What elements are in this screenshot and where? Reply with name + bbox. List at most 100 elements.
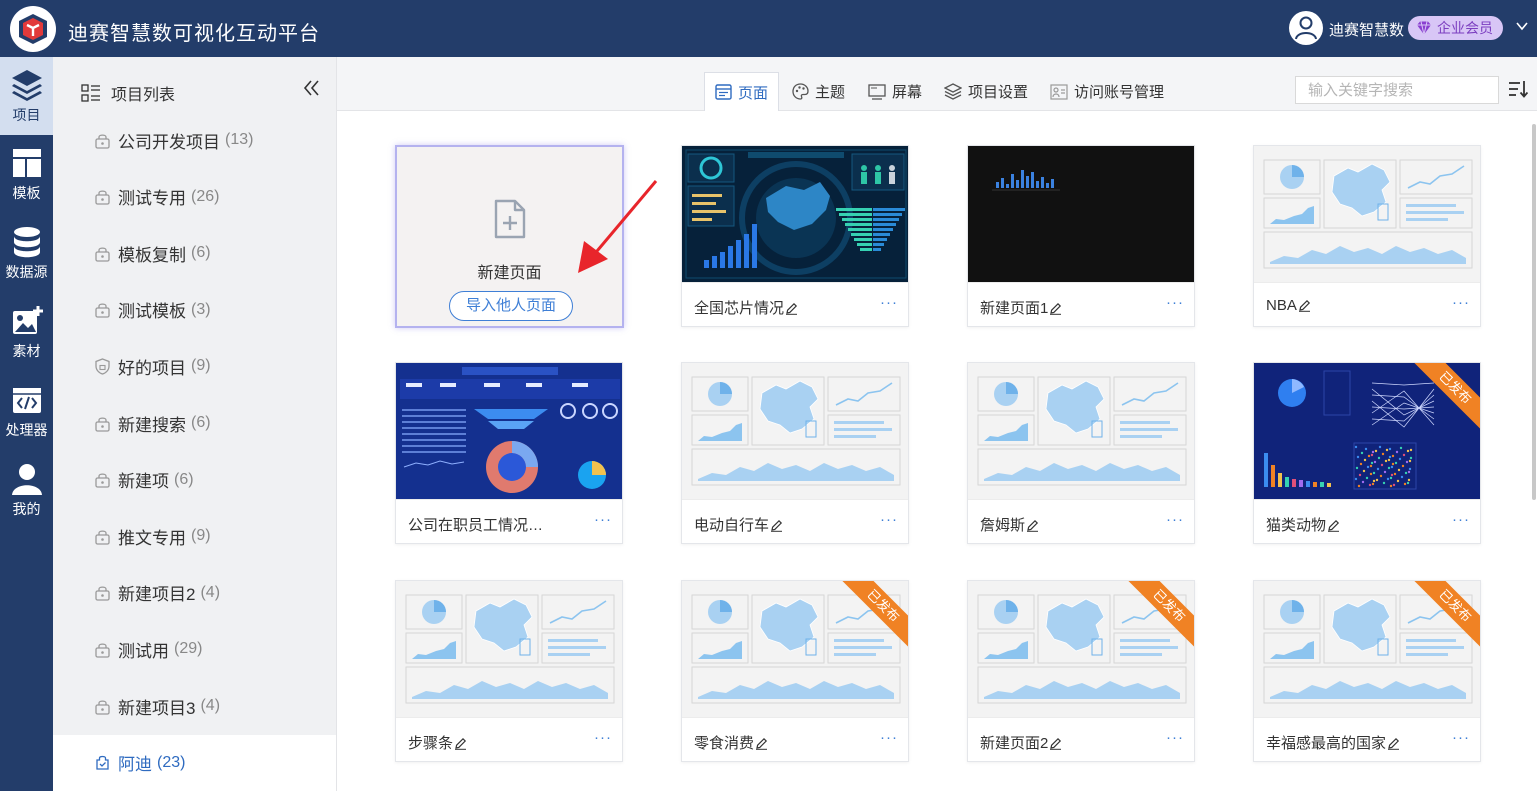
edit-icon[interactable]: [1026, 519, 1039, 532]
more-icon[interactable]: ···: [1452, 729, 1470, 746]
chevron-down-icon[interactable]: [1516, 21, 1528, 31]
page-card[interactable]: 已发布 猫类动物 ···: [1253, 362, 1481, 544]
app-logo[interactable]: [10, 6, 56, 52]
page-card[interactable]: 公司在职员工情况的... ···: [395, 362, 623, 544]
nav-item-template[interactable]: 模板: [0, 137, 53, 215]
employee-dashboard-thumbnail: [396, 363, 622, 499]
page-thumbnail[interactable]: [682, 363, 908, 499]
screen-icon: [868, 83, 886, 100]
edit-icon[interactable]: [755, 737, 768, 750]
tab-label: 项目设置: [968, 84, 1029, 101]
settings-layers-icon: [944, 83, 962, 100]
sidebar-project-item[interactable]: 新建搜索 (6): [53, 395, 336, 451]
page-card[interactable]: 已发布 零食消费 ···: [681, 580, 909, 762]
page-card[interactable]: 已发布 幸福感最高的国家 ···: [1253, 580, 1481, 762]
nav-label: 处理器: [5, 422, 48, 438]
sidebar-project-item[interactable]: 新建项目3 (4): [53, 678, 336, 734]
more-icon[interactable]: ···: [880, 294, 898, 311]
logo-icon: [19, 14, 47, 44]
more-icon[interactable]: ···: [880, 729, 898, 746]
edit-icon[interactable]: [1049, 302, 1062, 315]
page-thumbnail[interactable]: [396, 363, 622, 499]
page-thumbnail[interactable]: [1254, 146, 1480, 282]
nav-item-mine[interactable]: 我的: [0, 453, 53, 531]
scrollbar[interactable]: [1532, 124, 1536, 500]
template-icon: [12, 149, 41, 177]
project-box-icon: [96, 755, 109, 770]
more-icon[interactable]: ···: [594, 729, 612, 746]
sidebar-project-item[interactable]: 模板复制 (6): [53, 225, 336, 281]
project-name: 新建项目2: [118, 585, 196, 605]
page-thumbnail[interactable]: [396, 581, 622, 717]
more-icon[interactable]: ···: [1452, 294, 1470, 311]
sidebar-project-item[interactable]: 新建项目2 (4): [53, 565, 336, 621]
more-icon[interactable]: ···: [594, 511, 612, 528]
page-card[interactable]: 电动自行车 ···: [681, 362, 909, 544]
avatar[interactable]: [1289, 11, 1323, 45]
tab-account-management[interactable]: 访问账号管理: [1040, 72, 1174, 111]
sidebar-project-item[interactable]: 公司开发项目 (13): [53, 112, 336, 168]
tab-screen[interactable]: 屏幕: [858, 72, 932, 111]
nav-item-processor[interactable]: 处理器: [0, 374, 53, 452]
page-card[interactable]: 已发布 新建页面2 ···: [967, 580, 1195, 762]
card-title-text: 幸福感最高的国家: [1266, 735, 1387, 752]
edit-icon[interactable]: [1298, 299, 1311, 312]
edit-icon[interactable]: [1387, 737, 1400, 750]
sidebar-project-item[interactable]: 测试模板 (3): [53, 282, 336, 338]
card-footer: 新建页面1 ···: [968, 282, 1194, 326]
code-icon: [12, 388, 41, 413]
card-title-text: 零食消费: [694, 735, 755, 752]
sidebar-project-item[interactable]: 测试专用 (26): [53, 169, 336, 225]
more-icon[interactable]: ···: [1452, 511, 1470, 528]
sort-icon[interactable]: [1508, 80, 1528, 98]
card-title: 电动自行车: [694, 514, 783, 535]
edit-icon[interactable]: [770, 519, 783, 532]
more-icon[interactable]: ···: [1166, 511, 1184, 528]
sidebar-project-item[interactable]: 测试用 (29): [53, 621, 336, 677]
edit-icon[interactable]: [1049, 737, 1062, 750]
more-icon[interactable]: ···: [1166, 294, 1184, 311]
sidebar-project-item[interactable]: 阿迪 (23): [53, 734, 336, 791]
sidebar-project-item[interactable]: 推文专用 (9): [53, 508, 336, 564]
placeholder-thumbnail: [1254, 146, 1480, 282]
card-footer: 电动自行车 ···: [682, 499, 908, 543]
edit-icon[interactable]: [557, 519, 558, 532]
nav-item-material[interactable]: 素材: [0, 295, 53, 373]
lock-icon: [95, 530, 110, 545]
project-count: (9): [191, 527, 211, 545]
page-card[interactable]: 新建页面1 ···: [967, 145, 1195, 327]
page-thumbnail[interactable]: [968, 146, 1194, 282]
lock-icon: [95, 247, 110, 262]
import-page-button[interactable]: 导入他人页面: [449, 291, 573, 321]
page-thumbnail[interactable]: [968, 363, 1194, 499]
card-title: 猫类动物: [1266, 514, 1340, 535]
page-thumbnail[interactable]: [682, 146, 908, 282]
project-count: (26): [191, 187, 220, 205]
edit-icon[interactable]: [454, 737, 467, 750]
sidebar-project-item[interactable]: 好的项目 (9): [53, 338, 336, 394]
tab-page[interactable]: 页面: [704, 72, 780, 111]
project-name: 测试模板: [118, 302, 186, 322]
more-icon[interactable]: ···: [1166, 729, 1184, 746]
page-card[interactable]: 全国芯片情况 ···: [681, 145, 909, 327]
page-card[interactable]: 詹姆斯 ···: [967, 362, 1195, 544]
edit-icon[interactable]: [1327, 519, 1340, 532]
search-input[interactable]: [1295, 76, 1499, 104]
project-count: (6): [174, 470, 194, 488]
sidebar-project-item[interactable]: 新建项 (6): [53, 452, 336, 508]
project-name: 好的项目: [118, 358, 186, 378]
project-count: (4): [200, 583, 221, 601]
edit-icon[interactable]: [785, 302, 798, 315]
page-card[interactable]: NBA ···: [1253, 145, 1481, 327]
tab-project-settings[interactable]: 项目设置: [934, 72, 1038, 111]
tab-theme[interactable]: 主题: [782, 72, 855, 111]
page-card[interactable]: 步骤条 ···: [395, 580, 623, 762]
nav-item-project[interactable]: 项目: [0, 57, 53, 135]
sidebar-title: 项目列表: [111, 87, 176, 104]
user-name[interactable]: 迪赛智慧数: [1329, 19, 1404, 40]
nav-item-datasource[interactable]: 数据源: [0, 216, 53, 294]
collapse-icon[interactable]: [303, 80, 321, 96]
palette-icon: [792, 83, 809, 100]
card-title: 公司在职员工情况的...: [408, 514, 558, 535]
more-icon[interactable]: ···: [880, 511, 898, 528]
